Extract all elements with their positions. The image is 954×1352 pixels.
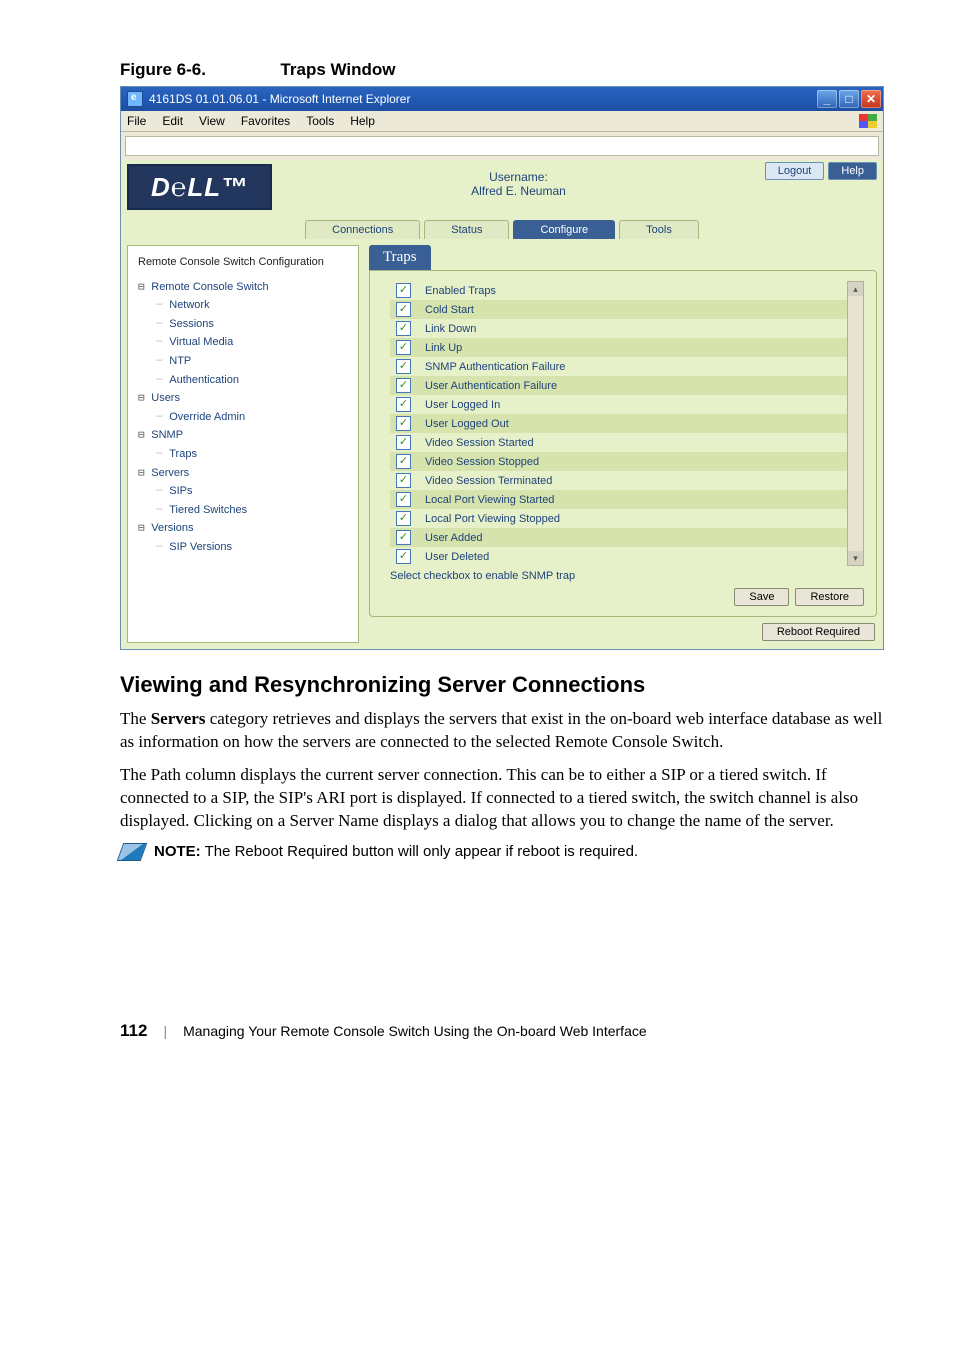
tree-node-remote-console-switch[interactable]: Remote Console Switch (138, 278, 348, 297)
tree-node-snmp[interactable]: SNMP (138, 426, 348, 445)
traps-title: Traps (369, 245, 431, 270)
trap-label: Video Session Stopped (425, 456, 539, 468)
scroll-down-icon[interactable]: ▾ (848, 551, 863, 565)
trap-checkbox[interactable]: ✓ (396, 302, 411, 317)
chapter-title: Managing Your Remote Console Switch Usin… (183, 1023, 647, 1039)
trap-label: Video Session Started (425, 437, 534, 449)
menu-favorites[interactable]: Favorites (241, 114, 290, 128)
trap-checkbox[interactable]: ✓ (396, 359, 411, 374)
tree-node-users[interactable]: Users (138, 389, 348, 408)
ie-window: 4161DS 01.01.06.01 - Microsoft Internet … (120, 86, 884, 650)
scroll-up-icon[interactable]: ▴ (848, 282, 863, 296)
trap-label: Link Up (425, 342, 462, 354)
menu-help[interactable]: Help (350, 114, 375, 128)
tree-node-override-admin[interactable]: Override Admin (156, 408, 348, 427)
ie-icon (127, 91, 143, 107)
trap-checkbox[interactable]: ✓ (396, 321, 411, 336)
minimize-button[interactable]: _ (817, 90, 837, 108)
trap-label: User Logged In (425, 399, 500, 411)
tab-status[interactable]: Status (424, 220, 509, 239)
note-icon (117, 843, 148, 861)
trap-label: Local Port Viewing Stopped (425, 513, 560, 525)
paragraph-1: The Servers category retrieves and displ… (120, 708, 884, 754)
trap-checkbox[interactable]: ✓ (396, 492, 411, 507)
figure-label: Figure 6-6. (120, 60, 206, 79)
menu-view[interactable]: View (199, 114, 225, 128)
help-button[interactable]: Help (828, 162, 877, 180)
note-text: The Reboot Required button will only app… (201, 843, 638, 860)
trap-checkbox[interactable]: ✓ (396, 454, 411, 469)
nav-tree-panel: Remote Console Switch Configuration Remo… (127, 245, 359, 643)
p1a: The (120, 709, 151, 728)
window-titlebar: 4161DS 01.01.06.01 - Microsoft Internet … (121, 87, 883, 111)
tree-node-sips[interactable]: SIPs (156, 482, 348, 501)
menu-file[interactable]: File (127, 114, 146, 128)
figure-title: Traps Window (280, 60, 395, 79)
trap-checkbox[interactable]: ✓ (396, 435, 411, 450)
tree-node-ntp[interactable]: NTP (156, 352, 348, 371)
menu-edit[interactable]: Edit (162, 114, 183, 128)
trap-checkbox[interactable]: ✓ (396, 530, 411, 545)
trap-label: Video Session Terminated (425, 475, 552, 487)
traps-col-header: Enabled Traps (425, 285, 496, 297)
tree-node-virtual-media[interactable]: Virtual Media (156, 333, 348, 352)
username-value: Alfred E. Neuman (272, 184, 765, 198)
maximize-button[interactable]: □ (839, 90, 859, 108)
tree-node-sessions[interactable]: Sessions (156, 315, 348, 334)
tree-node-tiered-switches[interactable]: Tiered Switches (156, 501, 348, 520)
window-title: 4161DS 01.01.06.01 - Microsoft Internet … (149, 92, 410, 106)
restore-button[interactable]: Restore (795, 588, 864, 606)
trap-checkbox[interactable]: ✓ (396, 473, 411, 488)
trap-label: SNMP Authentication Failure (425, 361, 565, 373)
traps-scrollbar[interactable]: ▴ ▾ (847, 281, 864, 566)
trap-checkbox[interactable]: ✓ (396, 397, 411, 412)
trap-label: User Added (425, 532, 482, 544)
save-button[interactable]: Save (734, 588, 789, 606)
section-heading: Viewing and Resynchronizing Server Conne… (120, 672, 884, 698)
ie-menubar: File Edit View Favorites Tools Help (121, 111, 883, 132)
traps-enable-all-checkbox[interactable]: ✓ (396, 283, 411, 298)
tree-node-authentication[interactable]: Authentication (156, 371, 348, 390)
trap-checkbox[interactable]: ✓ (396, 549, 411, 564)
dell-logo: D℮LL™ (127, 164, 272, 210)
trap-checkbox[interactable]: ✓ (396, 340, 411, 355)
menu-tools[interactable]: Tools (306, 114, 334, 128)
trap-checkbox[interactable]: ✓ (396, 416, 411, 431)
trap-label: Link Down (425, 323, 476, 335)
tab-configure[interactable]: Configure (513, 220, 615, 239)
tree-node-traps[interactable]: Traps (156, 445, 348, 464)
tree-header: Remote Console Switch Configuration (138, 254, 348, 272)
tree-node-versions[interactable]: Versions (138, 519, 348, 538)
page-number: 112 (120, 1021, 147, 1041)
reboot-required-button[interactable]: Reboot Required (762, 623, 875, 641)
footer-divider: | (163, 1023, 167, 1039)
trap-label: User Authentication Failure (425, 380, 557, 392)
paragraph-2: The Path column displays the current ser… (120, 764, 884, 833)
tab-connections[interactable]: Connections (305, 220, 420, 239)
tree-node-servers[interactable]: Servers (138, 464, 348, 483)
tree-node-network[interactable]: Network (156, 296, 348, 315)
trap-label: User Deleted (425, 551, 489, 563)
trap-label: Local Port Viewing Started (425, 494, 554, 506)
username-label: Username: (272, 170, 765, 184)
p1b-servers: Servers (151, 709, 206, 728)
logout-button[interactable]: Logout (765, 162, 825, 180)
address-bar[interactable] (125, 136, 879, 156)
tree-node-sip-versions[interactable]: SIP Versions (156, 538, 348, 557)
tab-tools[interactable]: Tools (619, 220, 699, 239)
trap-label: User Logged Out (425, 418, 509, 430)
p1c: category retrieves and displays the serv… (120, 709, 882, 751)
trap-checkbox[interactable]: ✓ (396, 511, 411, 526)
close-button[interactable]: ✕ (861, 90, 881, 108)
traps-hint-text: Select checkbox to enable SNMP trap (390, 570, 864, 582)
windows-logo-icon (859, 114, 877, 128)
trap-checkbox[interactable]: ✓ (396, 378, 411, 393)
note-label: NOTE: (154, 843, 201, 860)
trap-label: Cold Start (425, 304, 474, 316)
